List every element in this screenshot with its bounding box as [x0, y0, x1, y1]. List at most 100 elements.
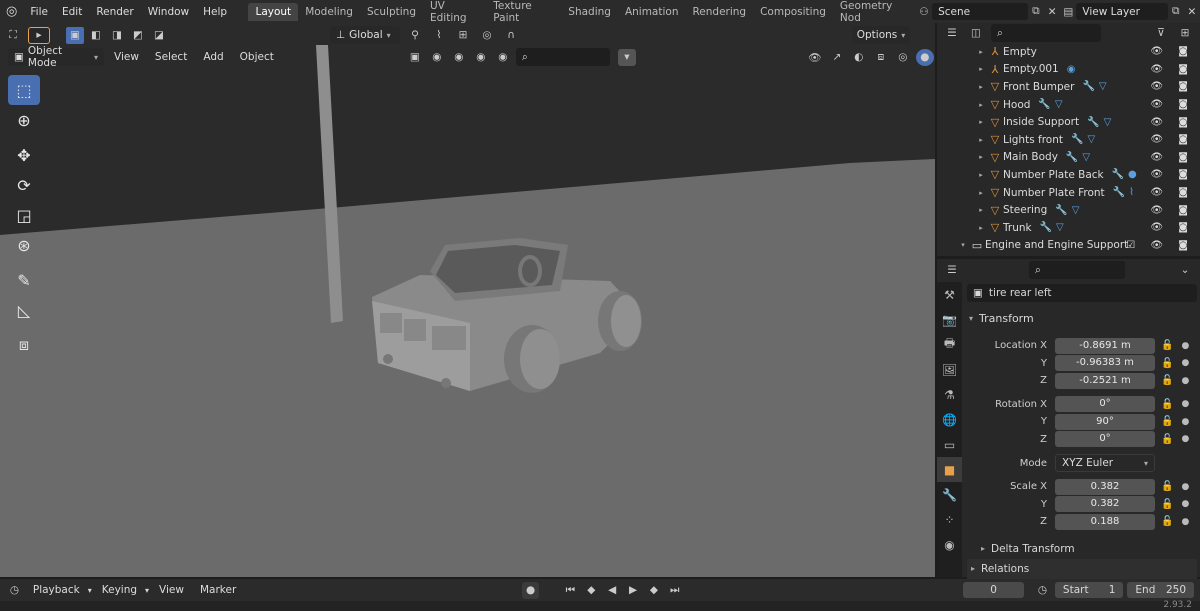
expand-icon[interactable]: ▸	[975, 224, 987, 232]
keyframe-dot-icon[interactable]: ●	[1181, 434, 1189, 444]
rotate-tool-icon[interactable]: ⟳	[8, 170, 40, 200]
jump-start-icon[interactable]: ⏮	[562, 582, 579, 599]
keyframe-dot-icon[interactable]: ●	[1181, 399, 1189, 409]
scale-tool-icon[interactable]: ◲	[8, 200, 40, 230]
particles-tab-icon[interactable]: ⁘	[937, 507, 962, 532]
keyframe-dot-icon[interactable]: ●	[1181, 417, 1189, 427]
intersect-icon[interactable]: ◪	[150, 27, 168, 44]
annotate-tool-icon[interactable]: ✎	[8, 265, 40, 295]
visibility-icon[interactable]: 👁	[806, 49, 824, 66]
preview-range-icon[interactable]: ◷	[1034, 582, 1051, 599]
play-reverse-icon[interactable]: ◀	[604, 582, 621, 599]
menu-marker[interactable]: Marker	[194, 584, 242, 596]
lock-icon[interactable]: 🔓	[1161, 375, 1173, 386]
lock-icon[interactable]: 🔓	[1161, 416, 1173, 427]
play-icon[interactable]: ▶	[625, 582, 642, 599]
select-tool-icon[interactable]: ⬚	[8, 75, 40, 105]
render-tab-icon[interactable]: 📷	[937, 307, 962, 332]
expand-icon[interactable]: ▸	[975, 153, 987, 161]
proportional-edit-icon[interactable]: ◎	[478, 27, 496, 44]
add-cube-tool-icon[interactable]: ⧈	[8, 330, 40, 360]
location-y-field[interactable]: -0.96383 m	[1055, 355, 1155, 372]
tab-sculpting[interactable]: Sculpting	[360, 3, 423, 21]
3d-viewport[interactable]: ⛶ ▸ ▣ ◧ ◨ ◩ ◪ ⊥ Global ▾ ⚲ ⌇ ⊞ ◎ ∩ Options…	[0, 23, 935, 577]
move-tool-icon[interactable]: ✥	[8, 140, 40, 170]
expand-icon[interactable]: ▸	[975, 118, 987, 126]
menu-file[interactable]: File	[23, 6, 55, 18]
mesh-filter-icon[interactable]: ◉	[428, 49, 446, 66]
list-item[interactable]: ▸ ▽ Lights front 🔧▽ 👁 ◙	[975, 131, 1200, 149]
list-item[interactable]: ▸ ⅄ Empty.001 ◉ 👁 ◙	[975, 61, 1200, 79]
collapse-icon[interactable]: ▾	[957, 241, 969, 249]
blender-logo-icon[interactable]: ◎	[0, 4, 23, 19]
select-box-tool-icon[interactable]: ▸	[28, 26, 50, 44]
visibility-icons[interactable]: 👁 ◙	[1150, 81, 1194, 92]
rotation-z-field[interactable]: 0°	[1055, 431, 1155, 448]
list-item[interactable]: ▸ ▽ Trunk 🔧▽ 👁 ◙	[975, 219, 1200, 237]
visibility-icons[interactable]: ☑ 👁 ◙	[1126, 240, 1194, 251]
subtract-icon[interactable]: ◨	[108, 27, 126, 44]
visibility-icons[interactable]: 👁 ◙	[1150, 222, 1194, 233]
rotation-x-field[interactable]: 0°	[1055, 396, 1155, 413]
object-name-field[interactable]: ▣ tire rear left	[967, 284, 1197, 302]
solid-shading-icon[interactable]: ●	[915, 48, 934, 66]
chevron-down-icon[interactable]: ⌄	[1176, 262, 1194, 279]
collection-row[interactable]: ▾ ▭ Engine and Engine Support ☑ 👁 ◙	[937, 237, 1200, 255]
menu-edit[interactable]: Edit	[55, 6, 89, 18]
wireframe-shading-icon[interactable]: ◎	[894, 49, 912, 66]
falloff-icon[interactable]: ∩	[502, 27, 520, 44]
list-item[interactable]: ▸ ▽ Number Plate Back 🔧● 👁 ◙	[975, 166, 1200, 184]
list-item[interactable]: ▸ ▽ Hood 🔧▽ 👁 ◙	[975, 96, 1200, 114]
extend-icon[interactable]: ◧	[87, 27, 105, 44]
scale-y-field[interactable]: 0.382	[1055, 496, 1155, 513]
scene-tab-icon[interactable]: ⚗	[937, 382, 962, 407]
playback-dropdown[interactable]: Playback ▾	[27, 584, 92, 596]
expand-icon[interactable]: ▸	[975, 65, 987, 73]
next-keyframe-icon[interactable]: ◆	[645, 582, 662, 599]
transform-panel-header[interactable]: ▾ Transform	[967, 306, 1197, 330]
list-item[interactable]: ▸ ▽ Inside Support 🔧▽ 👁 ◙	[975, 113, 1200, 131]
snap-target-icon[interactable]: ⊞	[454, 27, 472, 44]
list-item[interactable]: ▸ ⅄ Empty 👁 ◙	[975, 43, 1200, 61]
set-new-icon[interactable]: ▣	[66, 26, 84, 44]
object-tab-icon[interactable]: ■	[937, 457, 962, 482]
filter-icon[interactable]: ⊽	[1152, 25, 1170, 42]
expand-icon[interactable]: ▸	[975, 48, 987, 56]
light-filter-icon[interactable]: ◉	[450, 49, 468, 66]
modifier-tab-icon[interactable]: 🔧	[937, 482, 962, 507]
view-layer-tab-icon[interactable]: 🖼	[937, 357, 962, 382]
measure-tool-icon[interactable]: ◺	[8, 295, 40, 325]
copy-scene-icon[interactable]: ⧉	[1028, 3, 1044, 20]
delta-transform-panel-header[interactable]: ▸ Delta Transform	[967, 539, 1197, 559]
lock-icon[interactable]: 🔓	[1161, 499, 1173, 510]
tab-layout[interactable]: Layout	[248, 2, 299, 21]
keyframe-dot-icon[interactable]: ●	[1181, 482, 1189, 492]
record-icon[interactable]: ●	[522, 581, 539, 599]
keyframe-dot-icon[interactable]: ●	[1181, 341, 1189, 351]
lock-icon[interactable]: 🔓	[1161, 516, 1173, 527]
lock-icon[interactable]: 🔓	[1161, 399, 1173, 410]
pivot-icon[interactable]: ⚲	[406, 27, 424, 44]
output-tab-icon[interactable]: 🖶	[937, 332, 962, 357]
list-item[interactable]: ▸ ▽ Front Bumper 🔧▽ 👁 ◙	[975, 78, 1200, 96]
visibility-icons[interactable]: 👁 ◙	[1150, 134, 1194, 145]
close-view-layer-icon[interactable]: ✕	[1184, 3, 1200, 20]
visibility-icons[interactable]: 👁 ◙	[1150, 169, 1194, 180]
visibility-icons[interactable]: 👁 ◙	[1150, 187, 1194, 198]
view-layer-icon[interactable]: ▤	[1060, 3, 1076, 20]
expand-icon[interactable]: ▸	[975, 189, 987, 197]
menu-view[interactable]: View	[108, 51, 145, 63]
expand-icon[interactable]: ▸	[975, 171, 987, 179]
end-frame-field[interactable]: End 250	[1127, 582, 1195, 598]
scale-z-field[interactable]: 0.188	[1055, 513, 1155, 530]
menu-window[interactable]: Window	[141, 6, 196, 18]
rotation-mode-dropdown[interactable]: XYZ Euler ▾	[1055, 454, 1155, 472]
visibility-icons[interactable]: 👁 ◙	[1150, 205, 1194, 216]
list-item[interactable]: ▸ ▽ Main Body 🔧▽ 👁 ◙	[975, 149, 1200, 167]
display-mode-icon[interactable]: ◫	[967, 25, 985, 42]
lock-icon[interactable]: 🔓	[1161, 434, 1173, 445]
chevron-down-icon[interactable]: ▾	[617, 48, 636, 66]
location-x-field[interactable]: -0.8691 m	[1055, 337, 1155, 354]
relations-panel-header[interactable]: ▸ Relations	[967, 558, 1197, 579]
lock-icon[interactable]: 🔓	[1161, 481, 1173, 492]
